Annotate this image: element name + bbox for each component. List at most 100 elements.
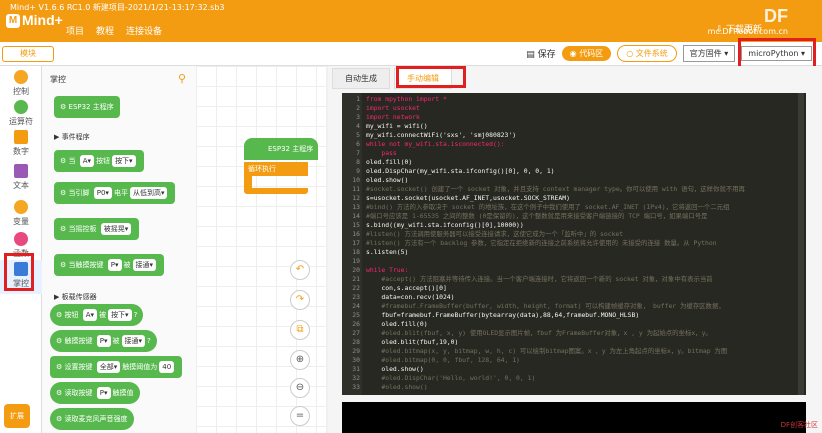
code-line[interactable]: 5 my_wifi.connectWiFi('sxs', 'smj080823')	[342, 131, 806, 140]
block-chip[interactable]: 按下▾	[112, 155, 136, 167]
code-area-button[interactable]: ◉ 代码区	[561, 46, 612, 61]
category-variables[interactable]: 变量	[0, 200, 42, 227]
code-line[interactable]: 25 fbuf=framebuf.FrameBuffer(bytearray(d…	[342, 311, 806, 320]
line-number: 28	[352, 338, 360, 346]
line-number: 13	[352, 203, 360, 211]
block-chip[interactable]: 从低到高▾	[129, 187, 168, 199]
block-palette: 掌控 ⚲ ⚙ ESP32 主程序 ▶ 事件程序 ⚙ 当 A▾ 按钮 按下▾ ⚙ 当引…	[42, 66, 196, 433]
category-control[interactable]: 控制	[0, 70, 42, 97]
code-line[interactable]: 4 my_wifi = wifi()	[342, 122, 806, 131]
pin-icon[interactable]: ⚲	[178, 72, 186, 85]
code-line[interactable]: 31 oled.show()	[342, 365, 806, 374]
firmware-select[interactable]: 官方固件 ▾	[682, 45, 736, 62]
block-chip[interactable]: A▾	[82, 309, 98, 321]
undo-icon[interactable]: ↶	[290, 260, 310, 280]
control-dot-icon	[14, 70, 28, 84]
line-number: 24	[352, 302, 360, 310]
block-read-touch[interactable]: ⚙ 读取按键 P▾ 触摸值	[50, 382, 140, 404]
block-chip[interactable]: 被摇晃▾	[100, 223, 132, 235]
block-chip[interactable]: P▾	[96, 387, 111, 399]
block-chip[interactable]: 按下▾	[108, 309, 132, 321]
block-chip[interactable]: 接通▾	[132, 259, 157, 271]
block-chip[interactable]: A▾	[79, 155, 95, 167]
block-when-shaken[interactable]: ⚙ 当摇控板 被摇晃▾	[54, 218, 140, 240]
category-operators[interactable]: 运算符	[0, 100, 42, 127]
block-when-touch[interactable]: ⚙ 当触摸按键 P▾ 被接通▾	[54, 254, 165, 276]
download-update-button[interactable]: ⇩ 下载更新	[716, 22, 762, 35]
menu-project[interactable]: 项目	[66, 24, 84, 37]
code-line[interactable]: 32 #oled.DispChar('Hello, world!', 0, 0,…	[342, 374, 806, 383]
section-events: ▶ 事件程序	[54, 133, 90, 141]
block-chip[interactable]: P▾	[107, 259, 122, 271]
code-line[interactable]: 1 from mpython import *	[342, 95, 806, 104]
tab-auto-generate[interactable]: 自动生成	[332, 68, 390, 89]
menu-tutorial[interactable]: 教程	[96, 24, 114, 37]
code-line[interactable]: 24 #framebuf.FrameBuffer(buffer, width, …	[342, 302, 806, 311]
workspace-loop-block[interactable]: 循环执行	[244, 162, 308, 176]
code-line[interactable]: 10 oled.show()	[342, 176, 806, 185]
code-line[interactable]: 15 s.bind((my_wifi.sta.ifconfig()[0],1000…	[342, 221, 806, 230]
category-text[interactable]: 文本	[0, 164, 42, 191]
block-workspace[interactable]: ESP32 主程序 循环执行 ↶ ↷ ⧉ ⊕ ⊖ =	[196, 66, 326, 433]
code-line[interactable]: 30 #oled.bitmap(0, 0, fbuf, 128, 64, 1)	[342, 356, 806, 365]
block-when-pin[interactable]: ⚙ 当引脚 P0▾ 电平 从低到高▾	[54, 182, 176, 204]
mode-toggle-button[interactable]: 模块	[2, 46, 54, 62]
line-number: 1	[356, 95, 360, 103]
code-line[interactable]: 18 s.listen(5)	[342, 248, 806, 257]
code-area[interactable]: 1 from mpython import * 2 import usocket 3 im…	[342, 93, 806, 395]
code-line[interactable]: 21 #accept() 方法阻塞并等待传入连接。当一个客户端连接时，它将返回一…	[342, 275, 806, 284]
code-line[interactable]: 23 data=con.recv(1024)	[342, 293, 806, 302]
code-line[interactable]: 14 #端口号应该是 1-65535 之间的整数 (0是保留的)，这个整数就是用来…	[342, 212, 806, 221]
code-line[interactable]: 26 oled.fill(0)	[342, 320, 806, 329]
zoom-out-icon[interactable]: ⊖	[290, 378, 310, 398]
extensions-button[interactable]: 扩展	[4, 404, 30, 428]
cleanup-icon[interactable]: ⧉	[290, 320, 310, 340]
code-line[interactable]: 20 while True:	[342, 266, 806, 275]
save-button[interactable]: ▤ 保存	[526, 47, 555, 60]
block-label: 当	[68, 157, 76, 165]
code-line[interactable]: 33 #oled.show()	[342, 383, 806, 392]
code-text: #listen() 方法调用使服务器可以接受连接请求，这使它成为一个「监听中」的…	[366, 230, 624, 238]
code-line[interactable]: 22 con,s.accept()[0]	[342, 284, 806, 293]
menu-connect-device[interactable]: 连接设备	[126, 24, 162, 37]
block-read-mic[interactable]: ⚙ 读取麦克风声音强度	[50, 408, 134, 430]
serial-console[interactable]	[342, 402, 806, 433]
code-line[interactable]: 11 #socket.socket() 创建了一个 socket 对象，并且支持 …	[342, 185, 806, 194]
highlight-box-manual-edit	[396, 66, 466, 88]
block-chip[interactable]: P0▾	[93, 187, 112, 199]
code-line[interactable]: 7 pass	[342, 149, 806, 158]
code-line[interactable]: 6 while not my_wifi.sta.isconnected():	[342, 140, 806, 149]
category-math[interactable]: 数字	[0, 130, 42, 157]
zoom-in-icon[interactable]: ⊕	[290, 350, 310, 370]
redo-icon[interactable]: ↷	[290, 290, 310, 310]
code-line[interactable]: 19	[342, 257, 806, 266]
code-line[interactable]: 12 s=usocket.socket(usocket.AF_INET,usock…	[342, 194, 806, 203]
zoom-reset-icon[interactable]: =	[290, 406, 310, 426]
block-when-button[interactable]: ⚙ 当 A▾ 按钮 按下▾	[54, 150, 144, 172]
code-text: #bind() 方法的入参取决于 socket 的地址族，在这个例子中我们使用了…	[366, 203, 730, 211]
file-system-button[interactable]: ○ 文件系统	[617, 45, 677, 62]
block-chip[interactable]: 全部▾	[96, 361, 121, 373]
code-line[interactable]: 17 #listen() 方法有一个 backlog 参数，它指定在拒绝新的连接之…	[342, 239, 806, 248]
category-label: 文本	[13, 181, 29, 190]
workspace-esp32-main-block[interactable]: ESP32 主程序	[244, 138, 318, 160]
block-chip[interactable]: P▾	[96, 335, 111, 347]
block-chip[interactable]: 40	[159, 361, 175, 373]
block-set-touch-threshold[interactable]: ⚙ 设置按键 全部▾ 触摸阈值为 40	[50, 356, 183, 378]
code-text: s.bind((my_wifi.sta.ifconfig()[0],10000)…	[366, 221, 524, 229]
code-line[interactable]: 28 oled.blit(fbuf,19,0)	[342, 338, 806, 347]
code-line[interactable]: 3 import network	[342, 113, 806, 122]
code-line[interactable]: 2 import usocket	[342, 104, 806, 113]
code-line[interactable]: 9 oled.DispChar(my_wifi.sta.ifconfig()[0]…	[342, 167, 806, 176]
code-line[interactable]: 8 oled.fill(0)	[342, 158, 806, 167]
code-line[interactable]: 29 #oled.bitmap(x, y, bitmap, w, h, c) 可…	[342, 347, 806, 356]
block-chip[interactable]: 接通▾	[121, 335, 146, 347]
code-line[interactable]: 27 #oled.blit(fbuf, x, y) 使用OLED显示图片帧，fb…	[342, 329, 806, 338]
block-button-pressed[interactable]: ⚙ 按钮 A▾ 被按下▾?	[50, 304, 144, 326]
code-line[interactable]: 13 #bind() 方法的入参取决于 socket 的地址族，在这个例子中我们使…	[342, 203, 806, 212]
code-text: #listen() 方法有一个 backlog 参数，它指定在拒绝新的连接之前系…	[366, 239, 717, 247]
line-number: 15	[352, 221, 360, 229]
block-esp32-main[interactable]: ⚙ ESP32 主程序	[54, 96, 120, 118]
code-line[interactable]: 16 #listen() 方法调用使服务器可以接受连接请求，这使它成为一个「监听中…	[342, 230, 806, 239]
block-touch-pressed[interactable]: ⚙ 触摸按键 P▾ 被接通▾?	[50, 330, 157, 352]
